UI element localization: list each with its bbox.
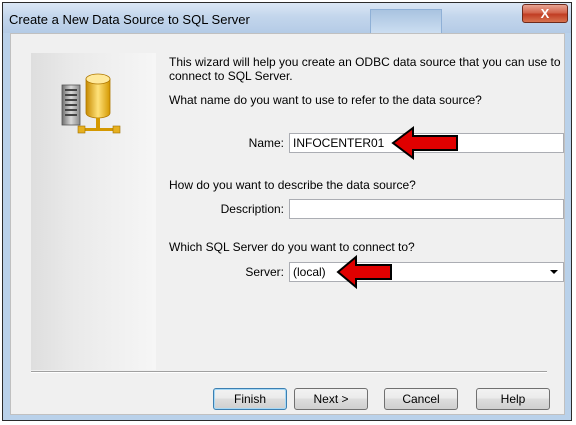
cancel-button[interactable]: Cancel (384, 388, 458, 410)
database-server-icon (61, 73, 121, 134)
close-button[interactable]: X (522, 4, 568, 23)
description-input[interactable] (289, 199, 564, 219)
chevron-down-icon[interactable] (550, 270, 558, 274)
red-arrow-icon (336, 254, 392, 290)
intro-line-1: This wizard will help you create an ODBC… (169, 55, 561, 69)
background-window-edge (370, 9, 442, 34)
next-button[interactable]: Next > (294, 388, 368, 410)
server-question: Which SQL Server do you want to connect … (169, 240, 415, 254)
description-question: How do you want to describe the data sou… (169, 178, 416, 192)
wizard-side-panel (31, 53, 156, 370)
intro-line-2: connect to SQL Server. (169, 69, 293, 83)
name-question: What name do you want to use to refer to… (169, 93, 482, 107)
dialog-body: This wizard will help you create an ODBC… (10, 33, 565, 415)
window-title: Create a New Data Source to SQL Server (9, 12, 250, 27)
server-label: Server: (245, 265, 284, 279)
dialog-window: Create a New Data Source to SQL Server X (2, 2, 572, 421)
description-label: Description: (220, 202, 284, 216)
button-separator (31, 371, 547, 373)
finish-button[interactable]: Finish (213, 388, 287, 410)
name-label: Name: (248, 136, 284, 150)
server-combobox[interactable]: (local) (289, 262, 564, 282)
close-icon: X (540, 6, 550, 21)
red-arrow-icon (391, 126, 458, 160)
server-value: (local) (293, 265, 326, 279)
help-button[interactable]: Help (476, 388, 550, 410)
title-bar[interactable]: Create a New Data Source to SQL Server X (3, 3, 571, 34)
